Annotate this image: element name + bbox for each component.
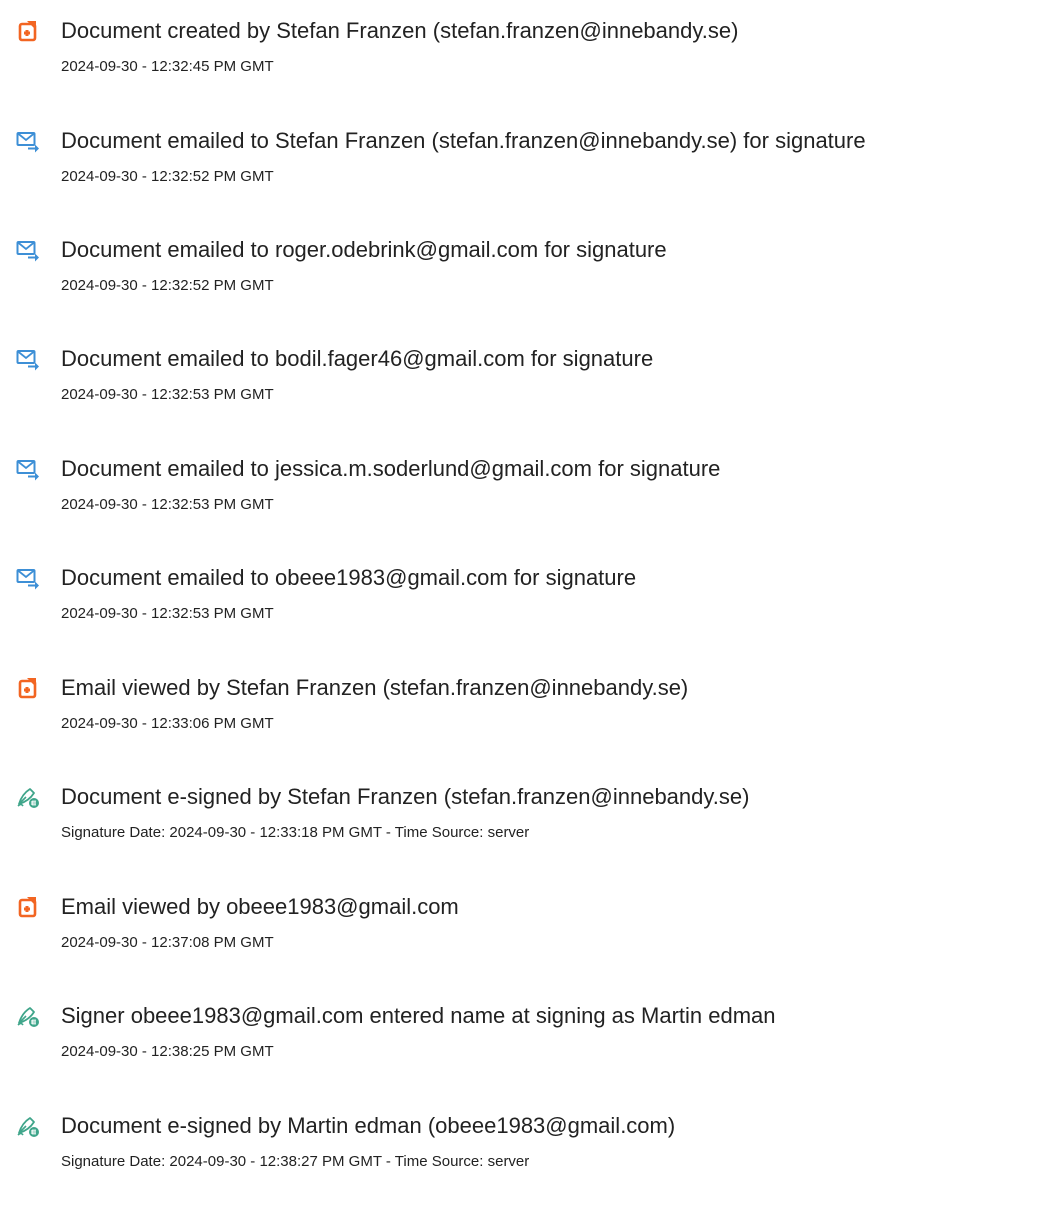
audit-event: Document created by Stefan Franzen (stef…: [0, 14, 1038, 94]
audit-event: Document e-signed by Martin edman (obeee…: [0, 1109, 1038, 1189]
audit-event: Document emailed to obeee1983@gmail.com …: [0, 561, 1038, 641]
event-timestamp: 2024-09-30 - 12:32:53 PM GMT: [61, 386, 274, 403]
email-sent-icon: [16, 347, 40, 371]
audit-event: Email viewed by obeee1983@gmail.com 2024…: [0, 890, 1038, 970]
event-timestamp: 2024-09-30 - 12:32:53 PM GMT: [61, 605, 274, 622]
event-description: Document e-signed by Stefan Franzen (ste…: [61, 784, 750, 809]
audit-trail-list: Document created by Stefan Franzen (stef…: [0, 0, 1038, 1228]
audit-event: Signer obeee1983@gmail.com entered name …: [0, 999, 1038, 1079]
event-description: Document emailed to Stefan Franzen (stef…: [61, 128, 866, 153]
audit-event: Document emailed to Stefan Franzen (stef…: [0, 124, 1038, 204]
email-sent-icon: [16, 566, 40, 590]
document-icon: [16, 895, 40, 919]
event-timestamp: 2024-09-30 - 12:33:06 PM GMT: [61, 715, 274, 732]
audit-event: Document emailed to bodil.fager46@gmail.…: [0, 342, 1038, 422]
event-description: Document e-signed by Martin edman (obeee…: [61, 1113, 676, 1138]
audit-event: Document emailed to roger.odebrink@gmail…: [0, 233, 1038, 313]
event-timestamp: 2024-09-30 - 12:32:52 PM GMT: [61, 168, 274, 185]
event-timestamp: Signature Date: 2024-09-30 - 12:38:27 PM…: [61, 1153, 530, 1170]
email-sent-icon: [16, 457, 40, 481]
event-timestamp: 2024-09-30 - 12:37:08 PM GMT: [61, 934, 274, 951]
audit-event: Document e-signed by Stefan Franzen (ste…: [0, 780, 1038, 860]
event-description: Document created by Stefan Franzen (stef…: [61, 18, 739, 43]
e-sign-icon: [16, 785, 40, 809]
event-timestamp: 2024-09-30 - 12:32:53 PM GMT: [61, 496, 274, 513]
event-description: Document emailed to roger.odebrink@gmail…: [61, 237, 667, 262]
event-timestamp: Signature Date: 2024-09-30 - 12:33:18 PM…: [61, 824, 530, 841]
event-description: Email viewed by Stefan Franzen (stefan.f…: [61, 675, 689, 700]
email-sent-icon: [16, 238, 40, 262]
event-description: Document emailed to jessica.m.soderlund@…: [61, 456, 721, 481]
document-icon: [16, 676, 40, 700]
event-timestamp: 2024-09-30 - 12:32:52 PM GMT: [61, 277, 274, 294]
audit-event: Document emailed to jessica.m.soderlund@…: [0, 452, 1038, 532]
event-timestamp: 2024-09-30 - 12:38:25 PM GMT: [61, 1043, 274, 1060]
e-sign-icon: [16, 1114, 40, 1138]
document-icon: [16, 19, 40, 43]
event-timestamp: 2024-09-30 - 12:32:45 PM GMT: [61, 58, 274, 75]
event-description: Email viewed by obeee1983@gmail.com: [61, 894, 459, 919]
e-sign-icon: [16, 1004, 40, 1028]
event-description: Signer obeee1983@gmail.com entered name …: [61, 1003, 776, 1028]
email-sent-icon: [16, 129, 40, 153]
event-description: Document emailed to bodil.fager46@gmail.…: [61, 346, 654, 371]
audit-event: Email viewed by Stefan Franzen (stefan.f…: [0, 671, 1038, 751]
event-description: Document emailed to obeee1983@gmail.com …: [61, 565, 637, 590]
